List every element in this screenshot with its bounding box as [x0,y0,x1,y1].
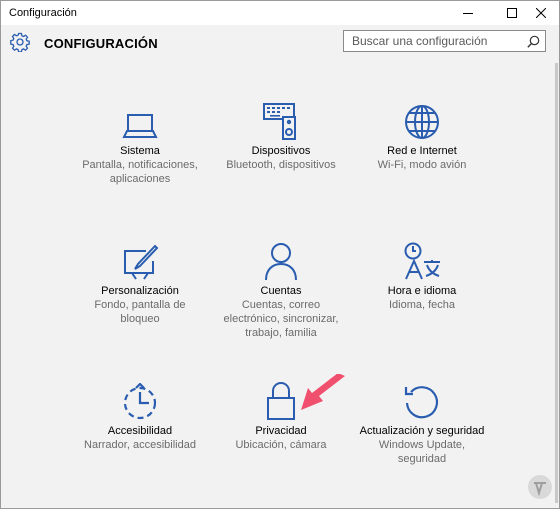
tile-description: Wi-Fi, modo avión [377,159,467,171]
search-box[interactable] [343,30,546,52]
close-button[interactable] [523,1,559,25]
minimize-icon [463,13,473,14]
tile-title: Red e Internet [387,145,457,157]
tile-title: Hora e idioma [387,285,457,297]
settings-window: Configuración CONFIGURACIÓN Buscar una c… [0,0,560,509]
page-title: CONFIGURACIÓN [44,36,158,51]
tile-personalizacion[interactable]: Personalización Fondo, pantalla de bloqu… [65,241,215,326]
tile-hora-idioma[interactable]: Hora e idioma Idioma, fecha [347,241,497,312]
tile-dispositivos[interactable]: Dispositivos Bluetooth, dispositivos [206,101,356,172]
tile-description: Windows Update, [378,439,466,451]
tile-title: Cuentas [260,285,302,297]
watermark-logo-icon [528,475,552,499]
search-input[interactable] [352,34,512,48]
tile-description: Idioma, fecha [388,299,456,311]
devices-icon [263,103,296,140]
tile-sistema[interactable]: Sistema Pantalla, notificaciones, aplica… [65,101,215,186]
globe-icon [405,105,439,139]
tile-actualizacion-seguridad[interactable]: Actualización y seguridad Windows Update… [347,381,497,466]
maximize-icon [507,8,517,18]
update-icon [404,386,439,419]
tile-description: trabajo, familia [245,327,317,339]
tile-description: seguridad [397,453,447,465]
tile-description: bloqueo [120,313,160,325]
person-icon [265,243,297,281]
tile-title: Dispositivos [251,145,311,157]
gear-icon [10,32,30,52]
tile-red-internet[interactable]: Red e Internet Wi-Fi, modo avión [347,101,497,172]
tile-description: Bluetooth, dispositivos [226,159,336,171]
close-icon [536,8,546,18]
tile-title: Privacidad [255,425,307,437]
scrollbar-thumb[interactable] [555,63,558,503]
laptop-icon [122,114,158,138]
tile-title: Accesibilidad [107,425,173,437]
tile-description: aplicaciones [109,173,171,185]
tile-description: Narrador, accesibilidad [84,439,196,451]
time-language-icon [404,242,440,280]
tile-description: Pantalla, notificaciones, [82,159,198,171]
tile-title: Personalización [101,285,179,297]
lock-icon [267,382,295,420]
minimize-button[interactable] [450,1,486,25]
tile-description: electrónico, sincronizar, [223,313,339,325]
search-icon[interactable] [527,35,540,48]
tile-title: Actualización y seguridad [359,425,485,437]
window-title: Configuración [9,7,77,19]
tile-description: Fondo, pantalla de [94,299,186,311]
tile-description: Ubicación, cámara [235,439,327,451]
title-bar[interactable]: Configuración [1,1,559,25]
tile-description: Cuentas, correo [241,299,321,311]
settings-header: CONFIGURACIÓN [1,25,559,63]
tile-cuentas[interactable]: Cuentas Cuentas, correo electrónico, sin… [206,241,356,340]
tile-accesibilidad[interactable]: Accesibilidad Narrador, accesibilidad [65,381,215,452]
red-arrow-icon [301,374,345,410]
accessibility-icon [123,383,157,420]
tile-title: Sistema [120,145,160,157]
scrollbar[interactable] [554,63,559,503]
paint-icon [124,244,159,280]
